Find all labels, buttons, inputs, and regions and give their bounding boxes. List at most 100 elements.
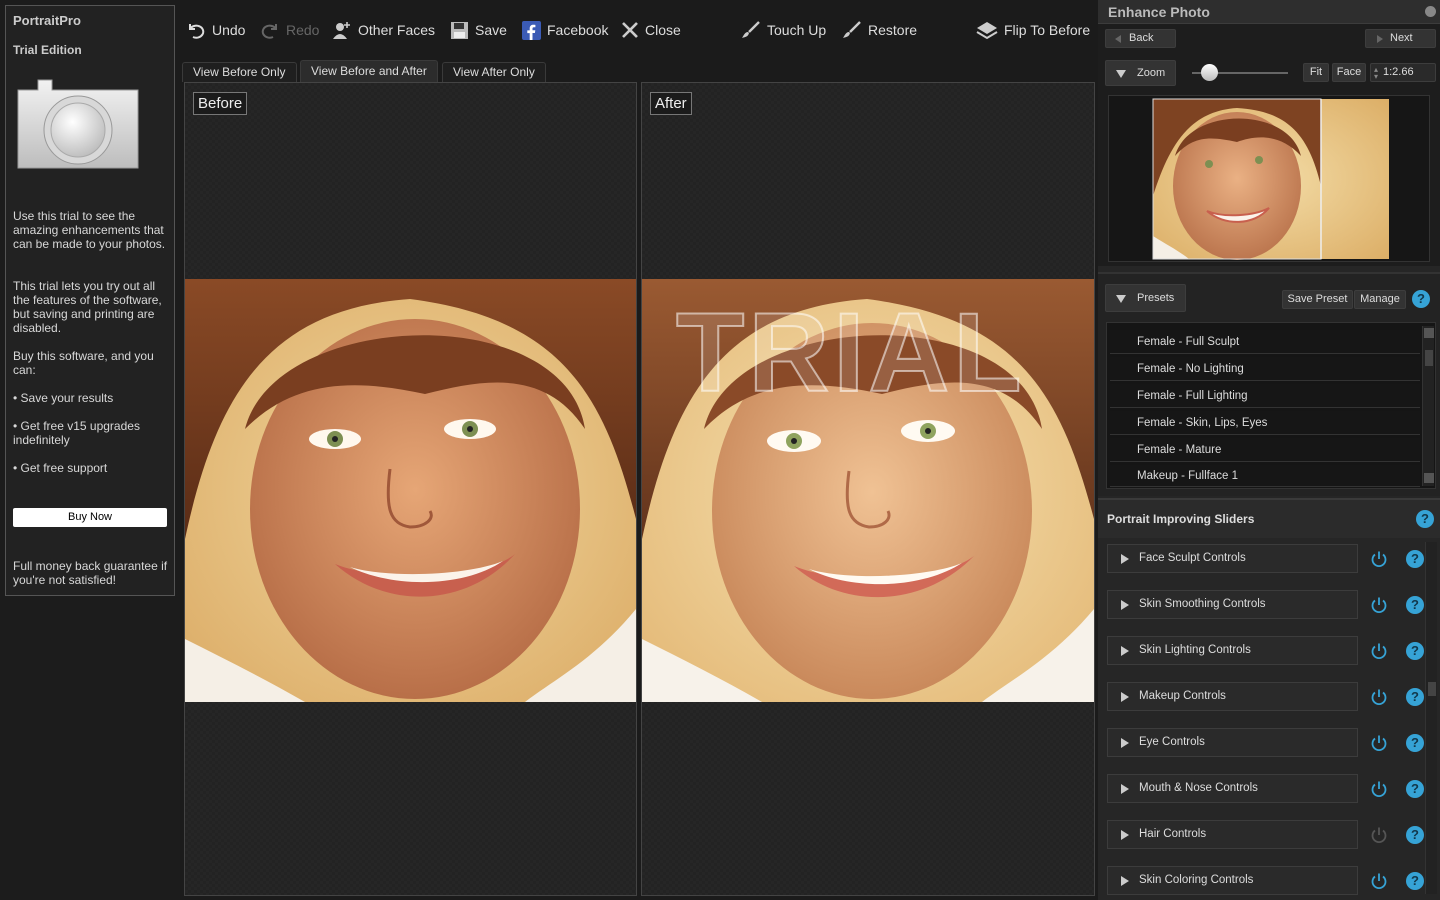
scroll-thumb[interactable] <box>1425 350 1433 366</box>
slider-group-hair[interactable]: Hair Controls <box>1107 820 1358 849</box>
next-button[interactable]: Next <box>1365 29 1436 48</box>
power-toggle-icon[interactable] <box>1370 642 1388 660</box>
expand-arrow-icon <box>1121 876 1129 886</box>
save-button[interactable]: Save <box>450 17 507 43</box>
preset-item[interactable]: Female - Full Sculpt <box>1110 330 1420 354</box>
presets-help-icon[interactable]: ? <box>1412 290 1430 308</box>
preset-item[interactable]: Female - No Lighting <box>1110 357 1420 381</box>
tab-view-before-and-after[interactable]: View Before and After <box>300 60 438 82</box>
add-face-icon <box>333 22 350 39</box>
scroll-down-icon[interactable] <box>1424 473 1434 483</box>
restore-label: Restore <box>868 22 918 38</box>
slider-group-eye[interactable]: Eye Controls <box>1107 728 1358 757</box>
other-faces-button[interactable]: Other Faces <box>332 17 435 43</box>
layers-icon <box>976 22 998 40</box>
slider-group-face-sculpt[interactable]: Face Sculpt Controls <box>1107 544 1358 573</box>
preset-item[interactable]: Female - Full Lighting <box>1110 384 1420 408</box>
navigator-thumbnail <box>1152 98 1389 260</box>
tab-view-before-only[interactable]: View Before Only <box>182 62 297 82</box>
enhance-title: Enhance Photo <box>1108 4 1210 20</box>
slider-group-mouth-nose[interactable]: Mouth & Nose Controls <box>1107 774 1358 803</box>
presets-scrollbar[interactable] <box>1422 326 1434 486</box>
restore-button[interactable]: Restore <box>842 17 917 43</box>
help-icon[interactable]: ? <box>1406 550 1424 568</box>
help-icon[interactable]: ? <box>1406 826 1424 844</box>
navigator-preview[interactable] <box>1108 95 1430 262</box>
before-pane[interactable]: Before <box>184 82 637 896</box>
close-icon <box>622 22 638 38</box>
slider-group-makeup[interactable]: Makeup Controls <box>1107 682 1358 711</box>
slider-group-skin-lighting[interactable]: Skin Lighting Controls <box>1107 636 1358 665</box>
touch-up-button[interactable]: Touch Up <box>741 17 826 43</box>
sliders-scrollbar[interactable] <box>1425 542 1437 894</box>
save-preset-button[interactable]: Save Preset <box>1282 290 1353 309</box>
zoom-toggle[interactable]: Zoom <box>1105 60 1176 86</box>
preset-item[interactable]: Female - Skin, Lips, Eyes <box>1110 411 1420 435</box>
slider-group-label: Skin Lighting Controls <box>1139 644 1251 656</box>
flip-to-before-button[interactable]: Flip To Before <box>976 17 1090 43</box>
trial-paragraph-1: Use this trial to see the amazing enhanc… <box>13 209 166 251</box>
help-icon[interactable]: ? <box>1406 642 1424 660</box>
panel-options-icon[interactable] <box>1425 6 1436 17</box>
after-pane[interactable]: TRIAL After <box>641 82 1095 896</box>
expand-arrow-icon <box>1121 738 1129 748</box>
next-arrow-icon <box>1377 35 1383 43</box>
slider-group-label: Makeup Controls <box>1139 690 1226 702</box>
tab-view-after-only[interactable]: View After Only <box>442 62 546 82</box>
presets-collapse-icon <box>1116 295 1126 303</box>
sliders-help-icon[interactable]: ? <box>1416 510 1434 528</box>
touch-up-label: Touch Up <box>767 22 827 38</box>
facebook-icon <box>522 20 541 40</box>
next-label: Next <box>1390 32 1413 44</box>
before-label: Before <box>193 92 248 115</box>
after-photo[interactable]: TRIAL <box>642 279 1094 702</box>
close-label: Close <box>645 22 681 38</box>
sliders-scroll-thumb[interactable] <box>1428 682 1436 696</box>
trial-paragraph-2: This trial lets you try out all the feat… <box>13 279 162 335</box>
slider-group-label: Face Sculpt Controls <box>1139 552 1246 564</box>
zoom-label: Zoom <box>1137 67 1166 79</box>
camera-icon <box>16 76 139 170</box>
save-disk-icon <box>451 21 468 39</box>
power-toggle-icon[interactable] <box>1370 688 1388 706</box>
slider-group-label: Eye Controls <box>1139 736 1205 748</box>
fit-button[interactable]: Fit <box>1303 63 1329 82</box>
power-toggle-icon[interactable] <box>1370 550 1388 568</box>
slider-group-skin-coloring[interactable]: Skin Coloring Controls <box>1107 866 1358 895</box>
benefit-item: • Get free v15 upgrades indefinitely <box>13 419 140 447</box>
face-button[interactable]: Face <box>1332 63 1366 82</box>
power-toggle-icon[interactable] <box>1370 826 1388 844</box>
presets-toggle[interactable]: Presets <box>1105 284 1186 312</box>
benefit-item: • Get free support <box>13 461 108 475</box>
brush-icon <box>742 21 760 38</box>
help-icon[interactable]: ? <box>1406 734 1424 752</box>
app-name: PortraitPro <box>13 13 81 28</box>
before-photo[interactable] <box>185 279 636 702</box>
slider-group-skin-smoothing[interactable]: Skin Smoothing Controls <box>1107 590 1358 619</box>
preset-item[interactable]: Female - Mature <box>1110 438 1420 462</box>
help-icon[interactable]: ? <box>1406 596 1424 614</box>
help-icon[interactable]: ? <box>1406 688 1424 706</box>
zoom-slider-thumb[interactable] <box>1201 64 1218 81</box>
help-icon[interactable]: ? <box>1406 872 1424 890</box>
power-toggle-icon[interactable] <box>1370 872 1388 890</box>
slider-group-label: Hair Controls <box>1139 828 1207 840</box>
buy-now-button[interactable]: Buy Now <box>13 508 167 527</box>
facebook-button[interactable]: Facebook <box>522 17 608 43</box>
zoom-value-field[interactable]: ▴ ▾ 1:2.66 <box>1370 63 1436 82</box>
power-toggle-icon[interactable] <box>1370 780 1388 798</box>
power-toggle-icon[interactable] <box>1370 734 1388 752</box>
redo-button[interactable]: Redo <box>260 17 319 43</box>
undo-button[interactable]: Undo <box>186 17 245 43</box>
presets-label: Presets <box>1137 292 1175 304</box>
expand-arrow-icon <box>1121 600 1129 610</box>
sliders-title: Portrait Improving Sliders <box>1107 512 1255 526</box>
back-button[interactable]: Back <box>1105 29 1176 48</box>
scroll-up-icon[interactable] <box>1424 328 1434 338</box>
undo-label: Undo <box>212 22 246 38</box>
power-toggle-icon[interactable] <box>1370 596 1388 614</box>
close-button[interactable]: Close <box>621 17 681 43</box>
preset-item[interactable]: Makeup - Fullface 1 <box>1110 465 1420 487</box>
help-icon[interactable]: ? <box>1406 780 1424 798</box>
manage-presets-button[interactable]: Manage <box>1354 290 1406 309</box>
